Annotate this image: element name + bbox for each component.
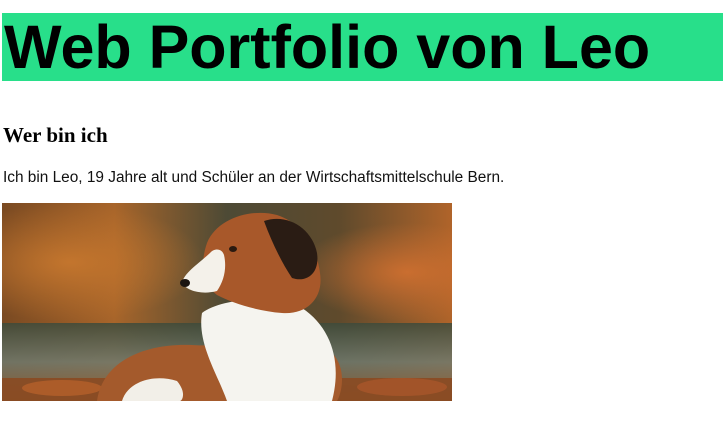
page-header: Web Portfolio von Leo bbox=[2, 13, 723, 81]
page-title: Web Portfolio von Leo bbox=[4, 13, 651, 81]
about-text: Ich bin Leo, 19 Jahre alt und Schüler an… bbox=[3, 169, 505, 186]
section-heading-about: Wer bin ich bbox=[3, 123, 108, 147]
dog-photo bbox=[2, 203, 452, 401]
